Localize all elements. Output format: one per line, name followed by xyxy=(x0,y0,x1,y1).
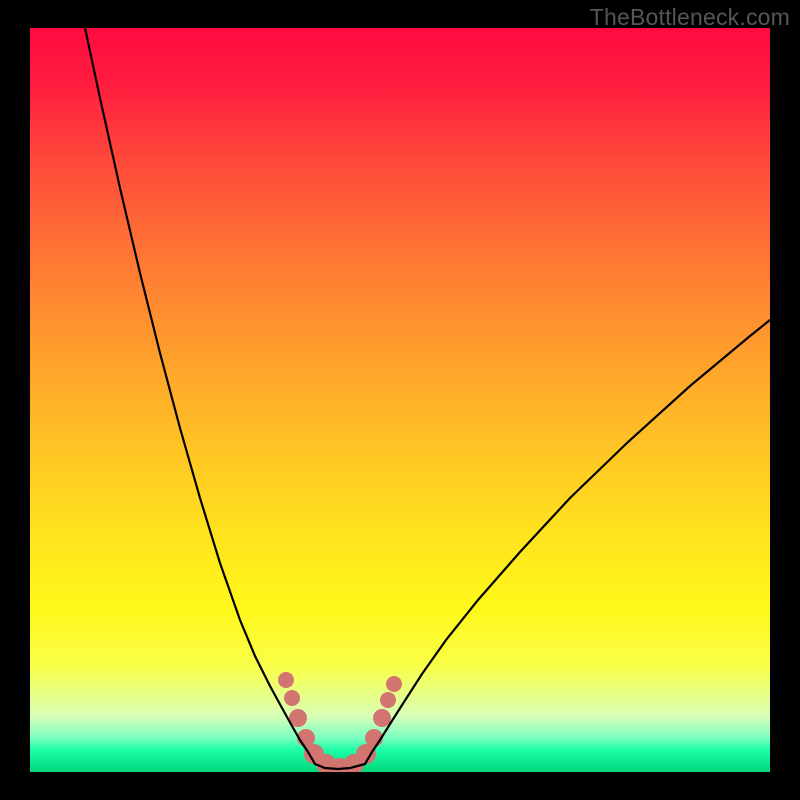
valley-dot xyxy=(278,672,294,688)
right-curve-path xyxy=(365,320,770,764)
outer-frame: TheBottleneck.com xyxy=(0,0,800,800)
watermark-text: TheBottleneck.com xyxy=(590,4,790,31)
plot-area xyxy=(30,28,770,772)
chart-svg xyxy=(30,28,770,772)
valley-dot xyxy=(284,690,300,706)
valley-dot xyxy=(380,692,396,708)
valley-dots-group xyxy=(278,672,402,772)
left-curve-path xyxy=(85,28,315,764)
valley-dot xyxy=(373,709,391,727)
valley-dot xyxy=(386,676,402,692)
